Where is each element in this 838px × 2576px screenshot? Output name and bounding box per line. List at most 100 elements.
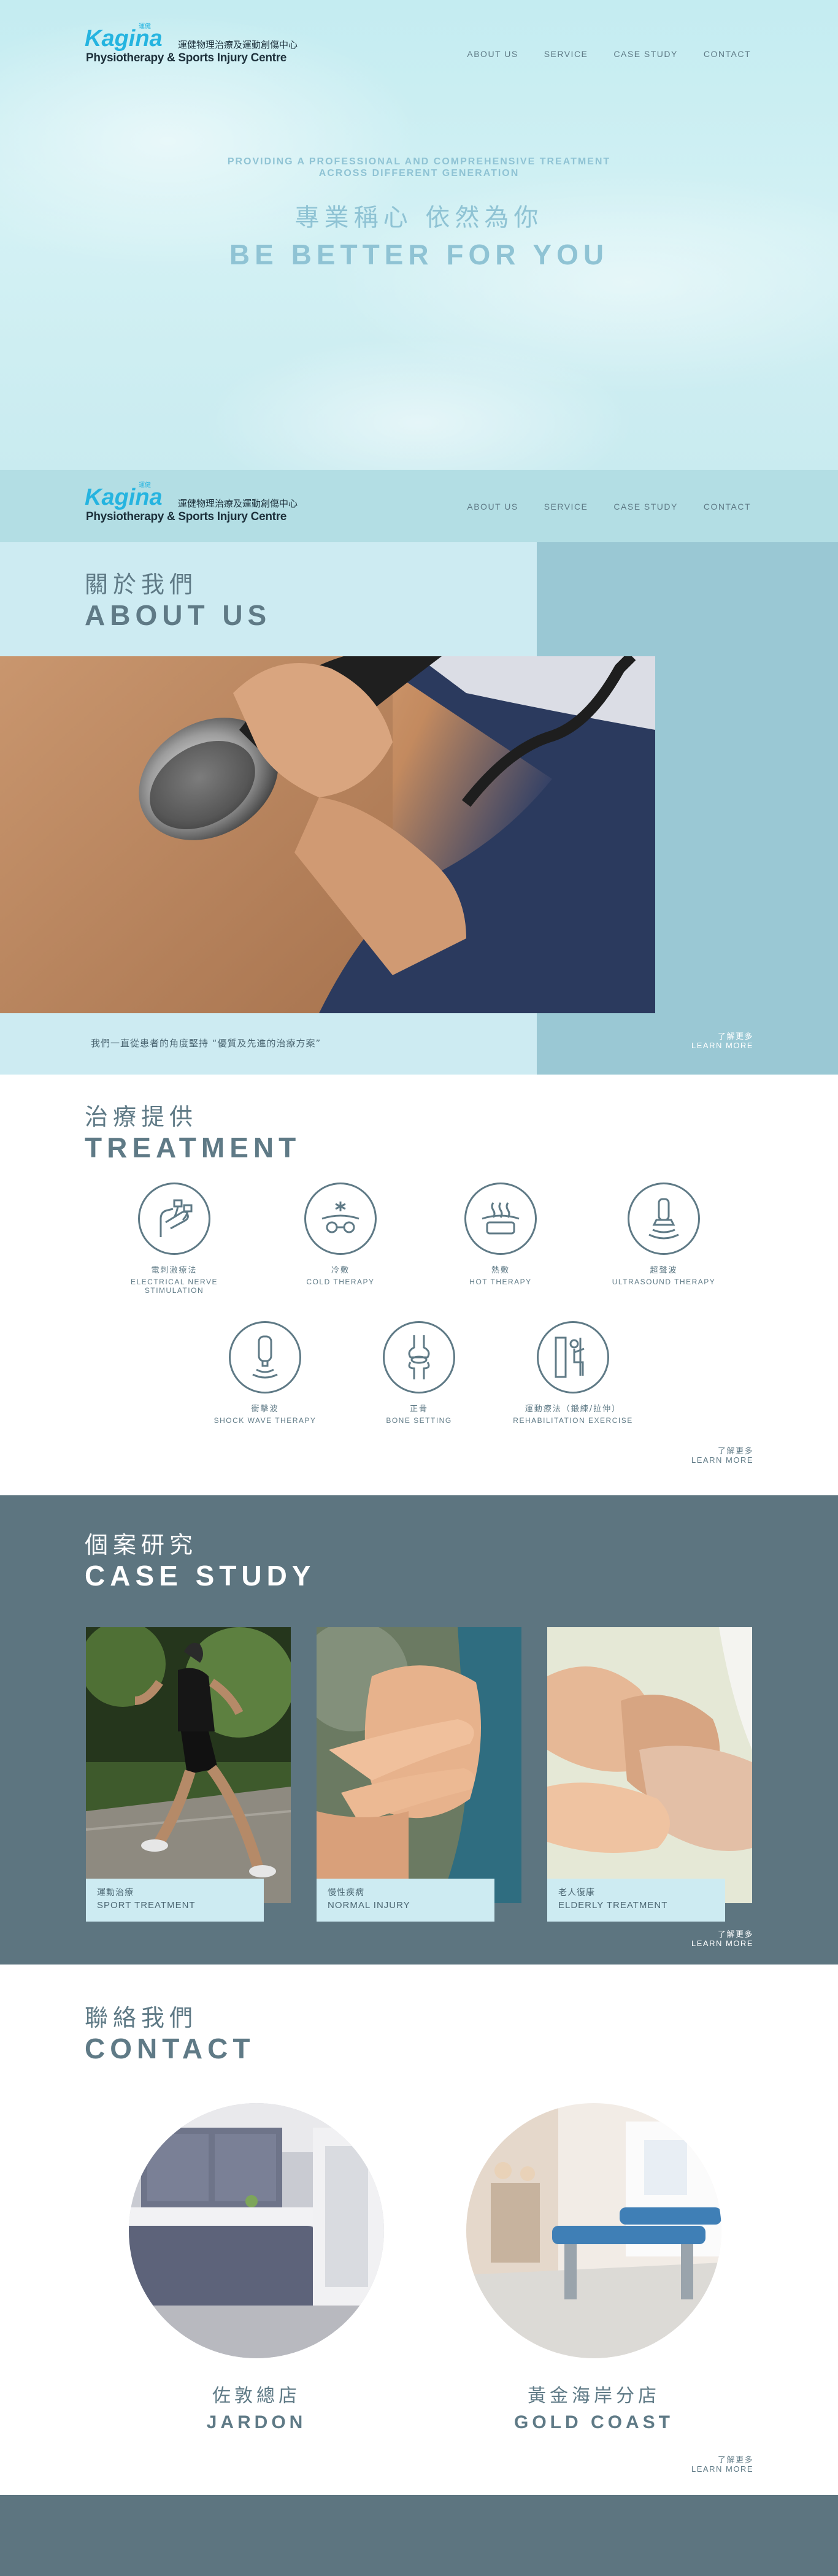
- case-photo-holding-hands: [547, 1627, 752, 1903]
- logo-brand-mark: 運健: [139, 23, 151, 30]
- learn-more-zh[interactable]: 了解更多: [691, 1930, 753, 1939]
- case-label-en: SPORT TREATMENT: [97, 1900, 196, 1911]
- about-title-chinese: 關於我們: [85, 571, 198, 598]
- nav-contact[interactable]: CONTACT: [704, 502, 751, 512]
- learn-more-en[interactable]: LEARN MORE: [691, 2464, 753, 2474]
- treatment-label-zh: 熱敷: [491, 1266, 510, 1275]
- learn-more-zh[interactable]: 了解更多: [691, 1446, 753, 1455]
- case-label-zh: 慢性疾病: [328, 1888, 364, 1898]
- nav-service[interactable]: SERVICE: [544, 49, 588, 59]
- treatment-item-shock-wave[interactable]: 衝擊波 SHOCK WAVE THERAPY: [191, 1321, 339, 1425]
- nav-case-study[interactable]: CASE STUDY: [613, 502, 677, 512]
- treatment-label-zh: 冷敷: [331, 1266, 350, 1275]
- nav-about-us[interactable]: ABOUT US: [467, 49, 518, 59]
- case-card-normal-injury[interactable]: 慢性疾病 NORMAL INJURY: [317, 1627, 521, 1922]
- shock-wave-therapy-icon: [229, 1321, 301, 1393]
- logo-chinese-name: 運健物理治療及運動創傷中心: [178, 498, 298, 509]
- hero-section: Kagina 運健 運健物理治療及運動創傷中心 Physiotherapy & …: [0, 0, 838, 470]
- case-caption: 運動治療 SPORT TREATMENT: [86, 1879, 264, 1922]
- hero-tagline: PROVIDING A PROFESSIONAL AND COMPREHENSI…: [0, 156, 838, 179]
- treatment-item-cold[interactable]: 冷敷 COLD THERAPY: [267, 1183, 414, 1286]
- main-nav: ABOUT US SERVICE CASE STUDY CONTACT: [467, 49, 751, 59]
- branch-jardon[interactable]: 佐敦總店 JARDON: [128, 2103, 385, 2433]
- treatment-title-english: TREATMENT: [85, 1132, 301, 1163]
- treatment-title-chinese: 治療提供: [85, 1103, 198, 1130]
- branch-photo-treatment-room: [466, 2103, 721, 2358]
- case-caption: 老人復康 ELDERLY TREATMENT: [547, 1879, 725, 1922]
- treatment-label-en: COLD THERAPY: [306, 1278, 375, 1286]
- hero-slogan-english: BE BETTER FOR YOU: [229, 239, 609, 270]
- hero-header: Kagina 運健 運健物理治療及運動創傷中心 Physiotherapy & …: [0, 0, 838, 74]
- branch-name-en: JARDON: [206, 2412, 307, 2432]
- treatment-label-en: HOT THERAPY: [469, 1278, 532, 1286]
- treatment-label-en: BONE SETTING: [386, 1416, 452, 1425]
- learn-more-zh[interactable]: 了解更多: [691, 2455, 753, 2464]
- learn-more-en[interactable]: LEARN MORE: [691, 1041, 753, 1050]
- treatment-label-en: ULTRASOUND THERAPY: [612, 1278, 716, 1286]
- hero-tagline-line-1: PROVIDING A PROFESSIONAL AND COMPREHENSI…: [227, 156, 611, 167]
- case-label-en: ELDERLY TREATMENT: [558, 1900, 668, 1911]
- treatment-item-hot[interactable]: 熱敷 HOT THERAPY: [427, 1183, 574, 1286]
- branch-name-zh: 佐敦總店: [212, 2385, 301, 2407]
- learn-more-zh[interactable]: 了解更多: [691, 1032, 753, 1041]
- logo-brand-mark: 運健: [139, 482, 151, 489]
- treatment-item-ultrasound[interactable]: 超聲波 ULTRASOUND THERAPY: [590, 1183, 737, 1286]
- site-logo[interactable]: Kagina 運健 運健物理治療及運動創傷中心 Physiotherapy & …: [85, 23, 318, 70]
- hero-tagline-line-2: ACROSS DIFFERENT GENERATION: [318, 168, 520, 178]
- site-footer: [0, 2495, 838, 2576]
- case-study-title-english: CASE STUDY: [85, 1560, 316, 1592]
- sticky-logo[interactable]: Kagina 運健 運健物理治療及運動創傷中心 Physiotherapy & …: [85, 482, 318, 529]
- treatment-section: 治療提供 TREATMENT 電刺激療法 ELECTRICAL NERVE ST…: [0, 1075, 838, 1495]
- sticky-header: Kagina 運健 運健物理治療及運動創傷中心 Physiotherapy & …: [0, 470, 838, 542]
- rehabilitation-exercise-icon: [537, 1321, 609, 1393]
- branch-name-zh: 黃金海岸分店: [528, 2385, 660, 2407]
- cold-therapy-icon: [304, 1183, 377, 1255]
- treatment-label-en: SHOCK WAVE THERAPY: [213, 1416, 317, 1425]
- logo-chinese-name: 運健物理治療及運動創傷中心: [178, 39, 298, 50]
- treatment-label-zh: 衝擊波: [251, 1405, 279, 1414]
- treatment-label-zh: 運動療法（鍛練/拉伸）: [525, 1405, 621, 1414]
- case-label-en: NORMAL INJURY: [328, 1900, 410, 1911]
- treatment-label-zh: 電刺激療法: [151, 1266, 198, 1275]
- learn-more-en[interactable]: LEARN MORE: [691, 1455, 753, 1465]
- treatment-item-electrical[interactable]: 電刺激療法 ELECTRICAL NERVE STIMULATION: [101, 1183, 248, 1295]
- about-photo-ultrasound-treatment: [0, 656, 655, 1013]
- case-card-sport[interactable]: 運動治療 SPORT TREATMENT: [86, 1627, 291, 1922]
- contact-section: 聯絡我們 CONTACT 佐敦總店 JARDON 黃金海岸分店 GOLD COA…: [0, 1965, 838, 2495]
- case-photo-runner: [86, 1627, 291, 1903]
- case-label-zh: 運動治療: [97, 1888, 134, 1898]
- treatment-label-en: REHABILITATION EXERCISE: [513, 1416, 633, 1425]
- bone-setting-icon: [383, 1321, 455, 1393]
- about-learn-more[interactable]: 了解更多 LEARN MORE: [691, 1032, 753, 1050]
- nav-service[interactable]: SERVICE: [544, 502, 588, 512]
- treatment-label-zh: 超聲波: [650, 1266, 678, 1275]
- case-study-section: 個案研究 CASE STUDY 運動治療 SPORT TREATMENT 慢性疾…: [0, 1495, 838, 1965]
- branch-name-en: GOLD COAST: [514, 2412, 674, 2432]
- hot-therapy-icon: [464, 1183, 537, 1255]
- hero-slogan-chinese: 專業稱心 依然為你: [294, 204, 544, 232]
- logo-subtitle: Physiotherapy & Sports Injury Centre: [86, 510, 287, 523]
- treatment-learn-more[interactable]: 了解更多 LEARN MORE: [691, 1446, 753, 1465]
- branch-gold-coast[interactable]: 黃金海岸分店 GOLD COAST: [465, 2103, 723, 2433]
- case-photo-shoulder: [317, 1627, 521, 1903]
- case-card-elderly[interactable]: 老人復康 ELDERLY TREATMENT: [547, 1627, 752, 1922]
- about-title-english: ABOUT US: [85, 599, 272, 631]
- contact-learn-more[interactable]: 了解更多 LEARN MORE: [691, 2455, 753, 2474]
- treatment-item-bone-setting[interactable]: 正骨 BONE SETTING: [345, 1321, 493, 1425]
- learn-more-en[interactable]: LEARN MORE: [691, 1939, 753, 1948]
- treatment-label-en: ELECTRICAL NERVE STIMULATION: [130, 1278, 218, 1295]
- sticky-nav: ABOUT US SERVICE CASE STUDY CONTACT: [467, 502, 751, 512]
- case-study-title-chinese: 個案研究: [85, 1531, 198, 1558]
- electrical-nerve-stimulation-icon: [138, 1183, 210, 1255]
- about-description: 我們一直從患者的角度堅持 “優質及先進的治療方案”: [91, 1038, 321, 1049]
- case-caption: 慢性疾病 NORMAL INJURY: [317, 1879, 494, 1922]
- treatment-item-rehabilitation[interactable]: 運動療法（鍛練/拉伸） REHABILITATION EXERCISE: [499, 1321, 647, 1425]
- case-study-learn-more[interactable]: 了解更多 LEARN MORE: [691, 1930, 753, 1948]
- nav-case-study[interactable]: CASE STUDY: [613, 49, 677, 59]
- about-section: 關於我們 ABOUT US 我們一直從患者的角度堅持 “優質及先進的治療方案” …: [0, 542, 838, 1075]
- case-label-zh: 老人復康: [558, 1888, 595, 1898]
- nav-about-us[interactable]: ABOUT US: [467, 502, 518, 512]
- ultrasound-therapy-icon: [628, 1183, 700, 1255]
- contact-title-chinese: 聯絡我們: [85, 2004, 198, 2031]
- nav-contact[interactable]: CONTACT: [704, 49, 751, 59]
